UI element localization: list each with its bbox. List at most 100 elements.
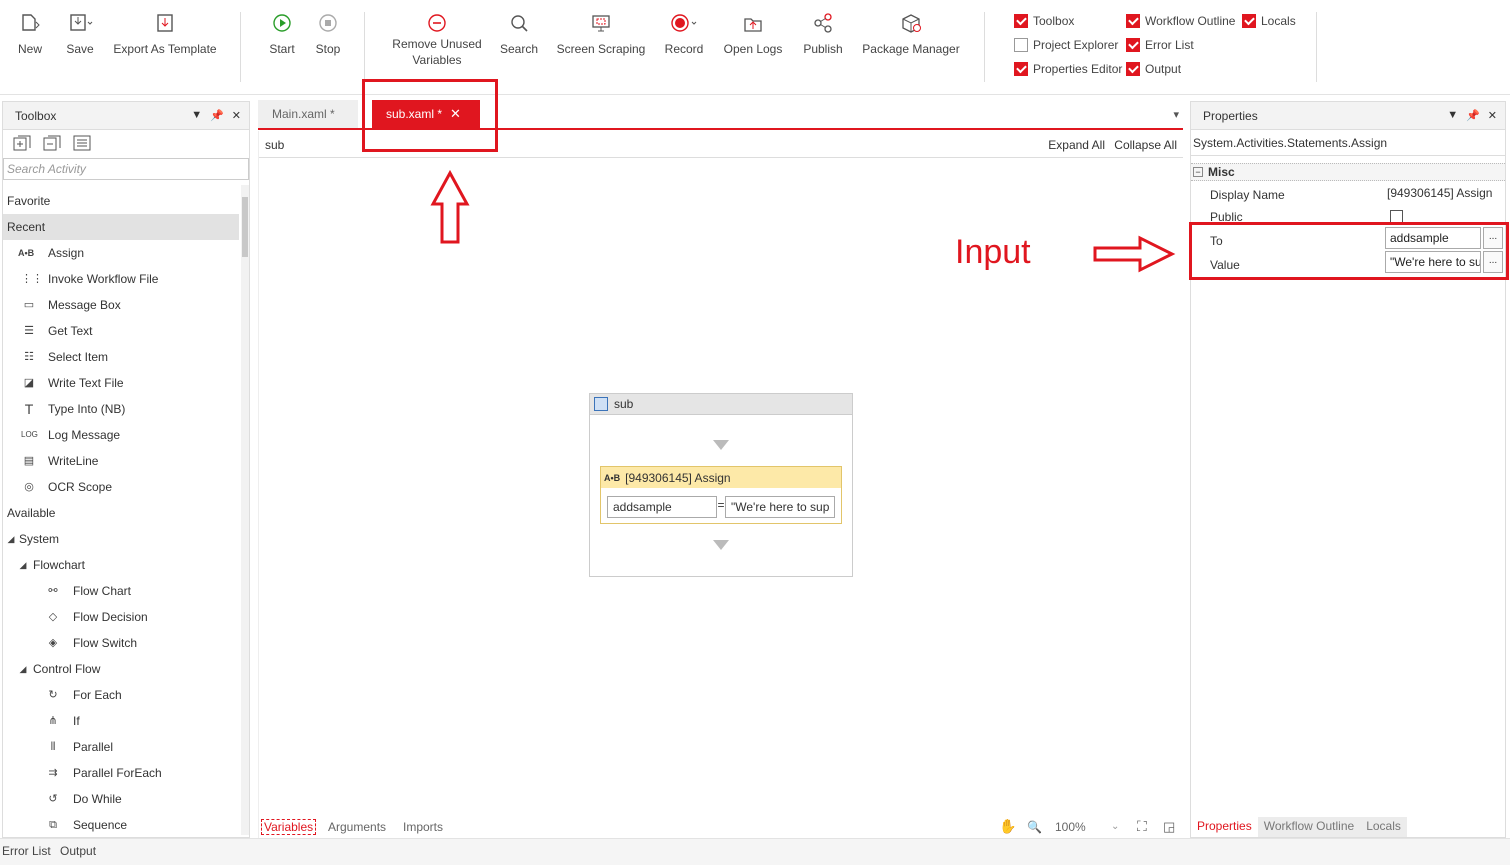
toolbox-search-input[interactable]: Search Activity xyxy=(3,158,249,180)
tab-arguments[interactable]: Arguments xyxy=(328,820,386,834)
save-button[interactable]: Save xyxy=(60,10,100,57)
tab-locals[interactable]: Locals xyxy=(1360,817,1407,837)
tab-main-xaml[interactable]: Main.xaml * xyxy=(258,100,358,128)
hand-icon[interactable]: ✋ xyxy=(999,818,1016,835)
list-item[interactable]: ⧉ Sequence xyxy=(3,812,239,837)
list-item[interactable]: ↻ For Each xyxy=(3,682,239,708)
drop-arrow-icon[interactable] xyxy=(713,540,729,550)
select-item-icon: ☷ xyxy=(24,351,34,363)
toggle-error-list[interactable]: Error List xyxy=(1126,36,1194,54)
toolbox-favorite[interactable]: Favorite xyxy=(3,188,239,214)
export-template-button[interactable]: Export As Template xyxy=(110,10,220,57)
zoom-icon[interactable]: 🔍 xyxy=(1027,820,1042,834)
properties-category[interactable]: − Misc xyxy=(1191,163,1505,181)
expand-all-icon[interactable] xyxy=(13,135,31,154)
ribbon-separator xyxy=(1316,12,1317,82)
toolbox-recent[interactable]: Recent xyxy=(3,214,239,240)
list-item[interactable]: ◎ OCR Scope xyxy=(3,474,239,500)
zoom-level[interactable]: 100% xyxy=(1055,820,1086,834)
dropdown-icon[interactable]: ▼ xyxy=(1447,109,1458,122)
record-button[interactable]: Record xyxy=(660,10,708,57)
toggle-properties-editor[interactable]: Properties Editor xyxy=(1014,60,1122,78)
new-file-icon xyxy=(10,10,50,36)
list-item[interactable]: ▭ Message Box xyxy=(3,292,239,318)
parallel-foreach-icon: ⇉ xyxy=(48,767,58,779)
dropdown-icon[interactable]: ▼ xyxy=(191,109,202,122)
input-annotation-label: Input xyxy=(955,233,1031,271)
bottom-status-bar: Error List Output xyxy=(0,838,1510,865)
tabs-overflow-icon[interactable]: ▾ xyxy=(1173,108,1179,121)
zoom-dropdown-icon[interactable]: ⌄ xyxy=(1111,821,1119,832)
toolbox-scrollbar[interactable] xyxy=(241,185,249,835)
toggle-output[interactable]: Output xyxy=(1126,60,1181,78)
toolbox-category-system[interactable]: ◢ System xyxy=(3,526,239,552)
fit-to-screen-icon[interactable]: ⛶ xyxy=(1137,818,1147,835)
toolbox-category-control-flow[interactable]: ◢ Control Flow xyxy=(3,656,239,682)
list-item[interactable]: LOG Log Message xyxy=(3,422,239,448)
log-message-icon: LOG xyxy=(21,430,38,439)
toggle-project-explorer[interactable]: Project Explorer xyxy=(1014,36,1118,54)
list-item[interactable]: ◈ Flow Switch xyxy=(3,630,239,656)
stop-button[interactable]: Stop xyxy=(308,10,348,57)
collapse-all-icon[interactable] xyxy=(43,135,61,154)
tab-error-list[interactable]: Error List xyxy=(2,844,51,858)
toolbox-category-flowchart[interactable]: ◢ Flowchart xyxy=(3,552,239,578)
tab-output[interactable]: Output xyxy=(60,844,96,858)
collapse-all-link[interactable]: Collapse All xyxy=(1114,138,1177,152)
checkbox-checked-icon xyxy=(1126,62,1140,76)
remove-unused-variables-button[interactable]: Remove Unused Variables xyxy=(386,10,488,68)
list-item[interactable]: ⋔ If xyxy=(3,708,239,734)
list-item[interactable]: ☰ Get Text xyxy=(3,318,239,344)
toggle-workflow-outline[interactable]: Workflow Outline xyxy=(1126,12,1235,30)
checkbox-checked-icon xyxy=(1014,14,1028,28)
new-button[interactable]: New xyxy=(10,10,50,57)
assign-to-input[interactable]: addsample xyxy=(607,496,717,518)
flow-chart-icon: ⚯ xyxy=(48,585,58,597)
close-icon[interactable]: ✕ xyxy=(232,109,241,122)
list-item[interactable]: ◇ Flow Decision xyxy=(3,604,239,630)
list-item[interactable]: ◪ Write Text File xyxy=(3,370,239,396)
tab-properties[interactable]: Properties xyxy=(1191,817,1258,837)
list-item[interactable]: ⚯ Flow Chart xyxy=(3,578,239,604)
collapse-icon[interactable]: − xyxy=(1193,167,1203,177)
list-view-icon[interactable] xyxy=(73,135,91,154)
tab-workflow-outline[interactable]: Workflow Outline xyxy=(1257,817,1361,837)
play-icon xyxy=(262,10,302,36)
sequence-activity[interactable]: sub A•B [949306145] Assign addsample = "… xyxy=(589,393,853,577)
open-logs-button[interactable]: Open Logs xyxy=(722,10,784,57)
expand-all-link[interactable]: Expand All xyxy=(1048,138,1105,152)
list-item[interactable]: ↺ Do While xyxy=(3,786,239,812)
close-icon[interactable]: ✕ xyxy=(1488,109,1497,122)
list-item[interactable]: ⇉ Parallel ForEach xyxy=(3,760,239,786)
scrollbar-thumb[interactable] xyxy=(242,197,248,257)
breadcrumb[interactable]: sub xyxy=(265,138,284,152)
pin-icon[interactable]: 📌 xyxy=(1466,109,1480,122)
list-item[interactable]: ⋮⋮ Invoke Workflow File xyxy=(3,266,239,292)
search-button[interactable]: Search xyxy=(496,10,542,57)
publish-button[interactable]: Publish xyxy=(800,10,846,57)
open-logs-icon xyxy=(722,10,784,36)
list-item[interactable]: ⫴ Parallel xyxy=(3,734,239,760)
toggle-locals[interactable]: Locals xyxy=(1242,12,1296,30)
package-manager-button[interactable]: Package Manager xyxy=(860,10,962,57)
list-item[interactable]: ▤ WriteLine xyxy=(3,448,239,474)
input-highlight-box xyxy=(1189,222,1509,280)
expanded-triangle-icon: ◢ xyxy=(19,560,27,570)
tab-variables[interactable]: Variables xyxy=(261,818,317,835)
list-item[interactable]: A•B Assign xyxy=(3,240,239,266)
list-item[interactable]: ☷ Select Item xyxy=(3,344,239,370)
drop-arrow-icon[interactable] xyxy=(713,440,729,450)
invoke-workflow-icon: ⋮⋮ xyxy=(21,273,43,285)
screen-scraping-button[interactable]: Screen Scraping xyxy=(556,10,646,57)
workflow-designer: sub Expand All Collapse All sub A•B [949… xyxy=(258,131,1183,838)
list-item[interactable]: T Type Into (NB) xyxy=(3,396,239,422)
display-name-value[interactable]: [949306145] Assign xyxy=(1387,186,1492,200)
pin-icon[interactable]: 📌 xyxy=(210,109,224,122)
assign-activity[interactable]: A•B [949306145] Assign addsample = "We'r… xyxy=(600,466,842,524)
assign-value-input[interactable]: "We're here to sup xyxy=(725,496,835,518)
start-button[interactable]: Start xyxy=(262,10,302,57)
toggle-toolbox[interactable]: Toolbox xyxy=(1014,12,1074,30)
overview-icon[interactable]: ◲ xyxy=(1163,819,1175,835)
toolbox-available[interactable]: Available xyxy=(3,500,239,526)
tab-imports[interactable]: Imports xyxy=(403,820,443,834)
